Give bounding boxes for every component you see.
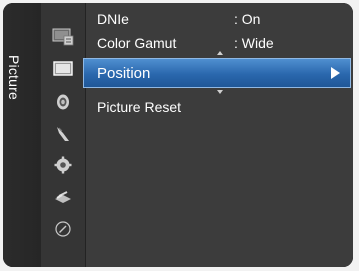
scroll-down-icon: [217, 90, 223, 94]
color-gamut-value: : Wide: [234, 35, 274, 51]
position-label: Position: [97, 64, 151, 82]
dnie-row[interactable]: DNIe : On: [86, 8, 353, 30]
picture-list-icon[interactable]: [41, 23, 85, 51]
scroll-up-icon: [217, 51, 223, 55]
menu-window: Picture DNIe: On Color Gamut: Wide Pos…: [3, 3, 353, 267]
menu-content: DNIe : On Color Gamut : Wide Position Pi…: [83, 3, 353, 267]
input-icon[interactable]: [41, 183, 85, 211]
dnie-label: DNIe: [97, 11, 129, 27]
setup-icon[interactable]: [41, 151, 85, 179]
application-icon[interactable]: [41, 215, 85, 243]
color-gamut-label: Color Gamut: [97, 35, 177, 51]
icon-column: [41, 3, 89, 267]
picture-reset-label: Picture Reset: [97, 99, 182, 115]
dnie-value: : On: [234, 11, 261, 27]
position-row[interactable]: Position: [83, 58, 351, 88]
sound-icon[interactable]: [41, 88, 85, 116]
channel-icon[interactable]: [41, 120, 85, 148]
submenu-arrow-icon: [331, 67, 340, 79]
menu-title: Picture: [6, 55, 22, 100]
picture-reset-row[interactable]: Picture Reset: [86, 96, 353, 118]
side-tab: Picture: [3, 3, 42, 267]
picture-icon[interactable]: [41, 55, 89, 83]
